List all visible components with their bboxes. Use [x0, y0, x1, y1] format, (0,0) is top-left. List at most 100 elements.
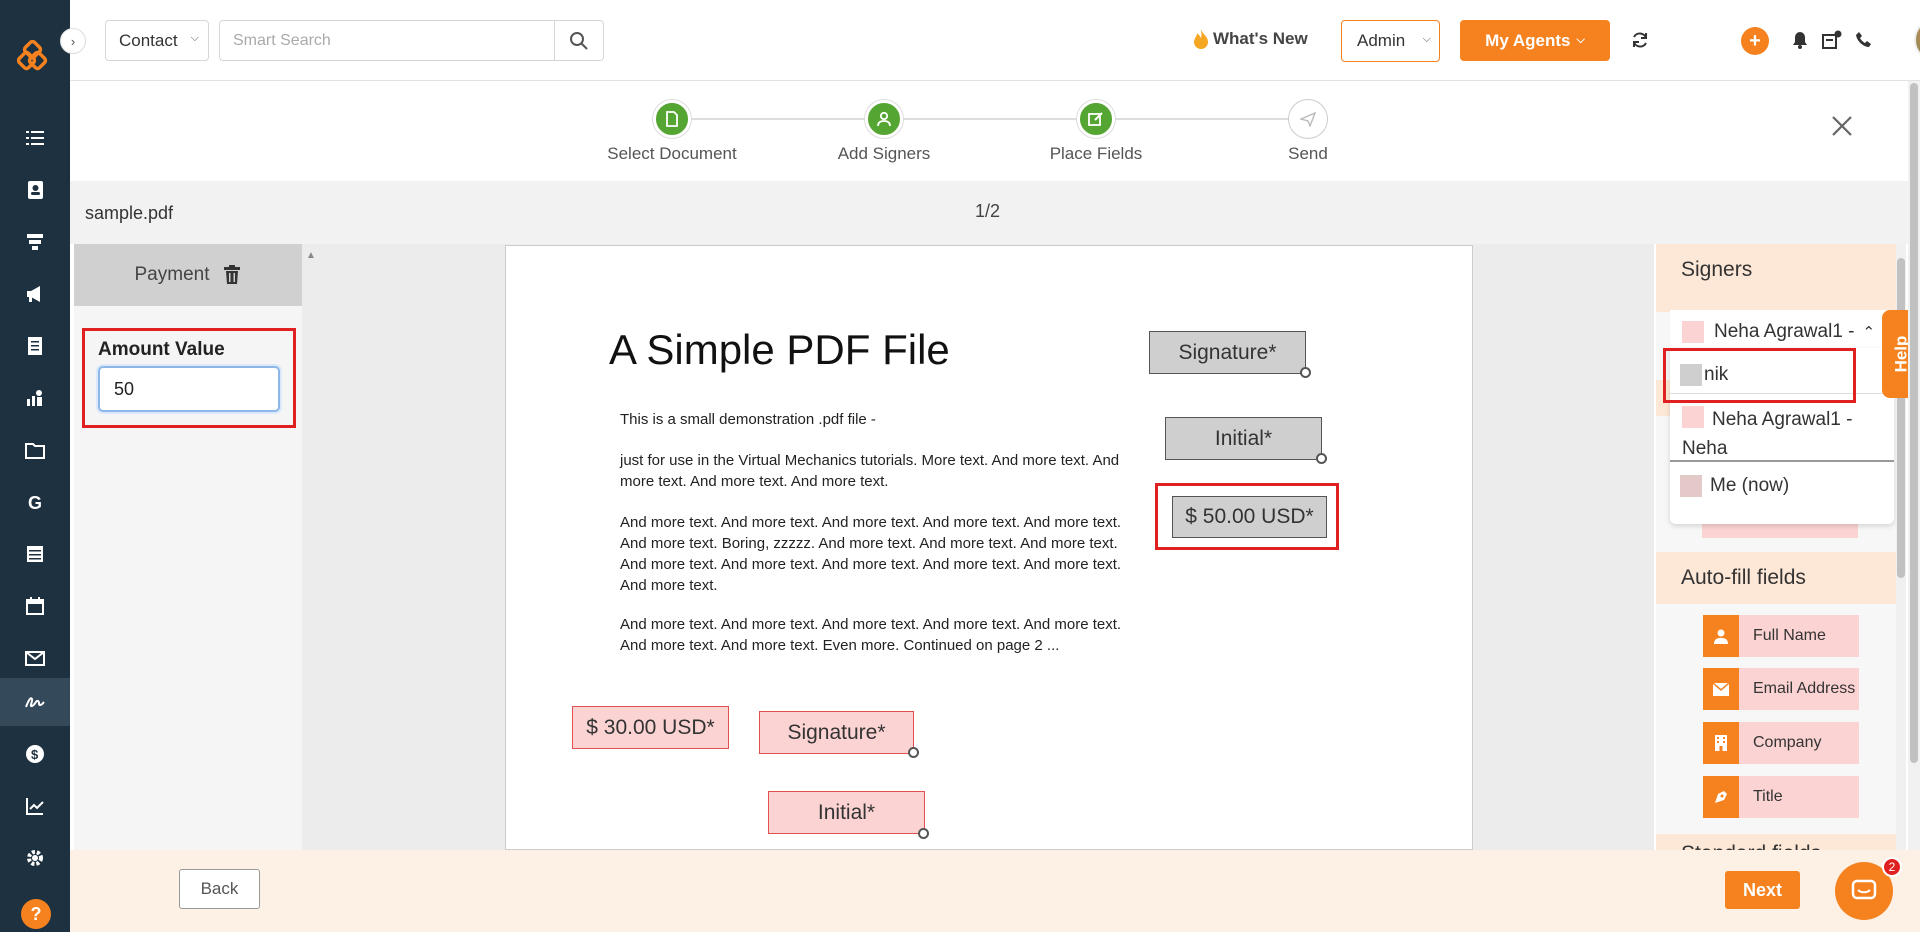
- step-add-signers[interactable]: Add Signers: [804, 100, 964, 164]
- amount-value-label: Amount Value: [98, 339, 225, 360]
- chevron-down-icon: ⌵: [1576, 34, 1585, 46]
- phone-icon[interactable]: [1852, 28, 1876, 52]
- page-scrollbar[interactable]: [1908, 81, 1920, 850]
- chevron-down-icon: ⌵: [1422, 33, 1431, 45]
- search-button[interactable]: [554, 21, 602, 60]
- sidebar-signature-icon[interactable]: [0, 678, 70, 726]
- sidebar-table-icon[interactable]: [0, 530, 70, 578]
- sidebar-settings-icon[interactable]: [0, 834, 70, 882]
- help-question-icon[interactable]: ?: [21, 899, 51, 929]
- add-new-button[interactable]: +: [1741, 27, 1769, 55]
- sidebar-calendar-icon[interactable]: [0, 582, 70, 630]
- sidebar-team-icon[interactable]: [0, 374, 70, 422]
- user-avatar[interactable]: [1914, 18, 1920, 62]
- autofill-title[interactable]: Title: [1703, 776, 1859, 818]
- chat-unread-badge: 2: [1882, 857, 1902, 877]
- field-type-title: Payment: [134, 264, 210, 285]
- close-icon[interactable]: [1827, 111, 1857, 141]
- sidebar-contacts-icon[interactable]: [0, 166, 70, 214]
- trash-icon[interactable]: [223, 265, 241, 285]
- chat-icon: [1851, 879, 1877, 900]
- autofill-label: Company: [1753, 734, 1822, 751]
- document-header: sample.pdf 1/2: [70, 181, 1920, 244]
- autofill-company[interactable]: Company: [1703, 722, 1859, 764]
- signers-header: Signers: [1656, 244, 1904, 296]
- sidebar-expand-chevron-icon[interactable]: ›: [60, 28, 86, 54]
- smart-search: [219, 20, 604, 61]
- pdf-paragraph: And more text. And more text. And more t…: [620, 616, 1122, 654]
- autofill-fields-header: Auto-fill fields: [1656, 552, 1904, 604]
- step-label: Place Fields: [1049, 144, 1143, 163]
- sidebar-google-icon[interactable]: G: [0, 478, 70, 526]
- sidebar-megaphone-icon[interactable]: [0, 270, 70, 318]
- fields-sidebar: Signers Initial Neha Agrawal1 - ⌃ nik Ne…: [1656, 244, 1904, 850]
- search-icon: [569, 31, 588, 50]
- autofill-label: Full Name: [1753, 627, 1826, 644]
- pdf-paragraph: This is a small demonstration .pdf file …: [620, 411, 876, 428]
- scrollbar-thumb[interactable]: [1897, 258, 1905, 578]
- document-icon: [653, 100, 691, 138]
- resize-handle[interactable]: [1316, 453, 1327, 464]
- signature-field[interactable]: Signature*: [1149, 331, 1306, 374]
- envelope-icon: [1703, 668, 1739, 710]
- initial-field[interactable]: Initial*: [768, 791, 925, 834]
- signature-field[interactable]: Signature*: [759, 711, 914, 754]
- module-select[interactable]: Contact ⌵: [105, 20, 209, 61]
- edit-icon: [1077, 100, 1115, 138]
- chevron-down-icon: ⌵: [190, 32, 199, 44]
- signer-option-label: Neha Agrawal1 - Neha: [1682, 409, 1853, 459]
- autofill-label: Email Address: [1753, 680, 1856, 697]
- sidebar-reports-icon[interactable]: [0, 782, 70, 830]
- initial-field[interactable]: Initial*: [1165, 417, 1322, 460]
- my-agents-button[interactable]: My Agents ⌵: [1460, 20, 1610, 61]
- pdf-page: A Simple PDF File This is a small demons…: [505, 245, 1473, 850]
- scrollbar-thumb[interactable]: [1910, 83, 1918, 763]
- step-select-document[interactable]: Select Document: [592, 100, 752, 164]
- selected-signer-name: Neha Agrawal1 -: [1714, 321, 1855, 342]
- module-select-value: Contact: [119, 30, 178, 50]
- sidebar-payment-icon[interactable]: $: [0, 730, 70, 778]
- sidebar-list-icon[interactable]: [0, 114, 70, 162]
- sidebar-funnel-icon[interactable]: [0, 218, 70, 266]
- sidebar-mail-icon[interactable]: [0, 634, 70, 682]
- signer-color-swatch: [1680, 475, 1702, 497]
- autofill-full-name[interactable]: Full Name: [1703, 615, 1859, 657]
- signer-option-neha[interactable]: Neha Agrawal1 - Neha: [1670, 400, 1894, 462]
- inbox-icon[interactable]: [1820, 28, 1844, 52]
- field-properties-header: Payment: [74, 244, 302, 306]
- notification-bell-icon[interactable]: [1788, 28, 1812, 52]
- autofill-label: Title: [1753, 788, 1783, 805]
- step-label: Add Signers: [837, 144, 931, 163]
- step-place-fields[interactable]: Place Fields: [1016, 100, 1176, 164]
- scroll-up-arrow-icon[interactable]: ▲: [306, 250, 316, 261]
- autofill-email-address[interactable]: Email Address: [1703, 668, 1859, 710]
- svg-text:G: G: [28, 493, 42, 513]
- role-select[interactable]: Admin ⌵: [1341, 20, 1440, 62]
- fire-icon: [1194, 29, 1208, 49]
- sidebar-folder-icon[interactable]: [0, 426, 70, 474]
- smart-search-input[interactable]: [220, 21, 554, 60]
- resize-handle[interactable]: [1300, 367, 1311, 378]
- signer-option-label: Me (now): [1710, 475, 1790, 496]
- app-logo[interactable]: [17, 40, 53, 76]
- back-button[interactable]: Back: [179, 869, 260, 909]
- payment-field[interactable]: $ 30.00 USD*: [572, 706, 729, 749]
- wizard-stepper: Select Document Add Signers Place Fields…: [70, 81, 1920, 181]
- whats-new-link[interactable]: What's New: [1192, 28, 1308, 50]
- resize-handle[interactable]: [908, 747, 919, 758]
- resize-handle[interactable]: [918, 828, 929, 839]
- next-button[interactable]: Next: [1725, 871, 1800, 909]
- building-icon: [1703, 722, 1739, 764]
- step-label: Send: [1288, 144, 1328, 163]
- signer-color-swatch: [1682, 321, 1704, 343]
- step-send[interactable]: Send: [1228, 100, 1388, 164]
- sidebar-document-icon[interactable]: [0, 322, 70, 370]
- payment-field[interactable]: $ 50.00 USD*: [1172, 496, 1327, 538]
- page-indicator: 1/2: [975, 201, 1001, 221]
- refresh-icon[interactable]: [1628, 28, 1652, 52]
- step-label: Select Document: [607, 144, 737, 163]
- amount-value-input[interactable]: [98, 366, 280, 412]
- sidebar: G $ ?: [0, 0, 70, 932]
- user-icon: [865, 100, 903, 138]
- signer-option-me[interactable]: Me (now): [1670, 466, 1894, 506]
